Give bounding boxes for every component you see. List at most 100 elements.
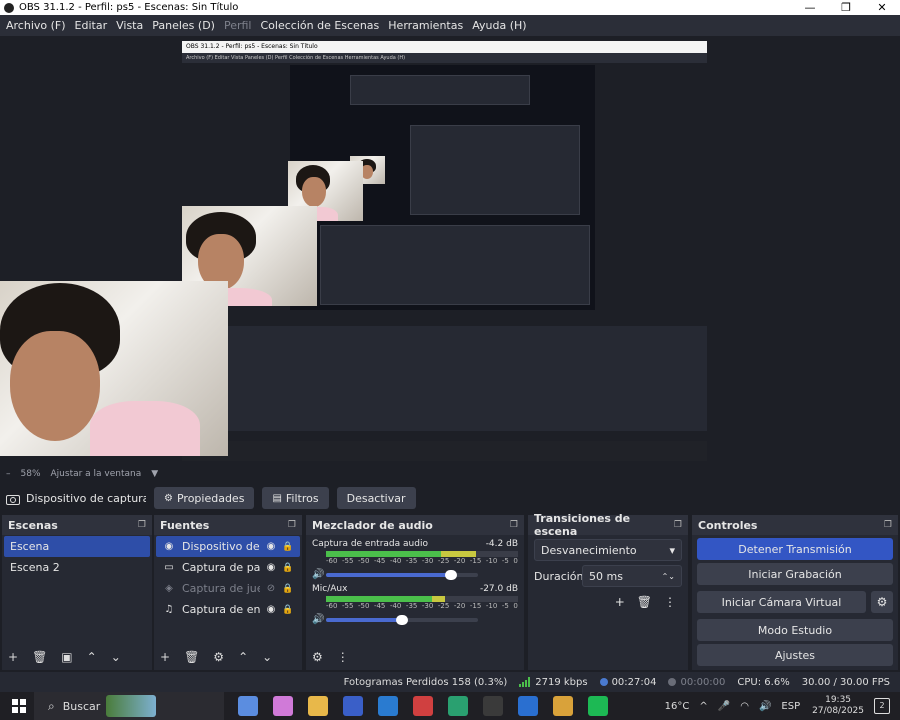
move-up-icon[interactable]: ⌃ [238, 650, 248, 664]
remove-transition-icon[interactable]: 🗑 [637, 595, 652, 609]
zoom-fit-label[interactable]: Ajustar a la ventana [51, 469, 142, 479]
lock-icon[interactable]: 🔒 [282, 563, 294, 573]
undock-icon[interactable]: ❐ [288, 520, 296, 530]
scene-item[interactable]: Escena [4, 536, 150, 557]
start-recording-button[interactable]: Iniciar Grabación [697, 563, 893, 585]
studio-mode-button[interactable]: Modo Estudio [697, 619, 893, 641]
add-transition-icon[interactable]: + [615, 595, 625, 609]
undock-icon[interactable]: ❐ [138, 520, 146, 530]
lock-icon[interactable]: 🔒 [282, 542, 294, 552]
stop-streaming-button[interactable]: Detener Transmisión [697, 538, 893, 560]
weather-temperature[interactable]: 16°C [665, 701, 690, 712]
fps-readout: 30.00 / 30.00 FPS [801, 676, 890, 688]
virtual-camera-settings-icon[interactable]: ⚙ [871, 591, 893, 613]
channel-db: -4.2 dB [485, 539, 518, 549]
transitions-title: Transiciones de escena [534, 512, 631, 538]
eye-hidden-icon[interactable]: ⊘ [264, 583, 278, 594]
webcam-overlay[interactable] [0, 281, 228, 456]
add-scene-icon[interactable]: + [8, 650, 18, 664]
move-up-icon[interactable]: ⌃ [87, 650, 97, 664]
maximize-button[interactable]: ❐ [828, 0, 864, 15]
menu-archivo[interactable]: Archivo (F) [6, 19, 66, 32]
windows-start-icon[interactable] [12, 699, 26, 713]
wifi-icon[interactable]: ◠ [740, 701, 749, 712]
taskbar-search[interactable]: ⌕ Buscar [34, 692, 224, 720]
transition-select[interactable]: Desvanecimiento ▾ [534, 539, 682, 561]
undock-icon[interactable]: ❐ [884, 520, 892, 530]
lock-icon[interactable]: 🔒 [282, 584, 294, 594]
source-item[interactable]: ▭ Captura de pantalla ◉ 🔒 [156, 557, 300, 578]
language-indicator[interactable]: ESP [781, 701, 800, 712]
source-item[interactable]: ◈ Captura de juego ⊘ 🔒 [156, 578, 300, 599]
taskbar-app-icon[interactable] [448, 696, 468, 716]
deactivate-button[interactable]: Desactivar [336, 487, 416, 509]
minimize-button[interactable]: — [792, 0, 828, 15]
menu-herramientas[interactable]: Herramientas [388, 19, 463, 32]
remove-scene-icon[interactable]: 🗑 [32, 650, 47, 664]
volume-slider[interactable] [326, 569, 478, 580]
sources-title: Fuentes [160, 518, 210, 532]
menu-ayuda[interactable]: Ayuda (H) [472, 19, 526, 32]
zoom-dropdown-icon[interactable]: ▼ [151, 469, 158, 479]
clock-time: 19:35 [825, 695, 852, 705]
taskbar-app-icon[interactable] [553, 696, 573, 716]
bitrate-value: 2719 kbps [535, 676, 588, 688]
taskbar-app-icon[interactable] [238, 696, 258, 716]
preview-area[interactable]: OBS 31.1.2 - Perfil: ps5 - Escenas: Sin … [0, 36, 900, 466]
advanced-audio-icon[interactable]: ⚙ [312, 650, 323, 664]
more-options-icon[interactable]: ⋮ [664, 595, 676, 609]
move-down-icon[interactable]: ⌄ [262, 650, 272, 664]
preview-canvas[interactable]: OBS 31.1.2 - Perfil: ps5 - Escenas: Sin … [182, 41, 707, 461]
taskbar-app-icon[interactable] [308, 696, 328, 716]
rec-time: 00:00:00 [680, 676, 726, 688]
menu-paneles[interactable]: Paneles (D) [152, 19, 215, 32]
taskbar-app-icon[interactable] [378, 696, 398, 716]
filters-button[interactable]: ▤ Filtros [262, 487, 329, 509]
move-down-icon[interactable]: ⌄ [111, 650, 121, 664]
filters-label: Filtros [285, 491, 319, 505]
microphone-icon[interactable]: 🎤 [718, 701, 730, 712]
eye-icon[interactable]: ◉ [264, 604, 278, 615]
undock-icon[interactable]: ❐ [510, 520, 518, 530]
taskbar-app-icon[interactable] [518, 696, 538, 716]
menu-vista[interactable]: Vista [116, 19, 143, 32]
chevron-up-icon[interactable]: ^ [699, 701, 707, 712]
undock-icon[interactable]: ❐ [674, 520, 682, 530]
eye-icon[interactable]: ◉ [264, 541, 278, 552]
close-button[interactable]: ✕ [864, 0, 900, 15]
sources-toolbar: + 🗑 ⚙ ⌃ ⌄ [154, 644, 302, 670]
taskbar-app-icon[interactable] [413, 696, 433, 716]
zoom-out-button[interactable]: – [6, 469, 11, 479]
taskbar-app-icon[interactable] [483, 696, 503, 716]
more-options-icon[interactable]: ⋮ [337, 650, 349, 664]
scene-item[interactable]: Escena 2 [4, 557, 150, 578]
start-virtual-camera-button[interactable]: Iniciar Cámara Virtual [697, 591, 866, 613]
menu-editar[interactable]: Editar [75, 19, 108, 32]
remove-source-icon[interactable]: 🗑 [184, 650, 199, 664]
gamepad-icon: ◈ [165, 583, 173, 594]
speaker-icon[interactable]: 🔊 [312, 614, 326, 625]
meter-ticks: -60 -55 -50 -45 -40 -35 -30 -25 -20 -15 -10 -5 0 [326, 602, 518, 610]
lock-icon[interactable]: 🔒 [282, 605, 294, 615]
eye-icon[interactable]: ◉ [264, 562, 278, 573]
status-bar: Fotogramas Perdidos 158 (0.3%) 2719 kbps… [0, 672, 900, 692]
taskbar-clock[interactable]: 19:35 27/08/2025 [812, 695, 864, 717]
add-source-icon[interactable]: + [160, 650, 170, 664]
source-item[interactable]: ♫ Captura de entrada ◉ 🔒 [156, 599, 300, 620]
spin-arrows-icon[interactable]: ⌃⌄ [662, 572, 675, 581]
gear-icon[interactable]: ⚙ [213, 650, 224, 664]
filter-icon[interactable]: ▣ [61, 650, 72, 664]
channel-db: -27.0 dB [479, 584, 518, 594]
volume-slider[interactable] [326, 614, 478, 625]
menu-coleccion-escenas[interactable]: Colección de Escenas [261, 19, 380, 32]
notifications-icon[interactable]: 2 [874, 698, 890, 714]
duration-spinbox[interactable]: 50 ms ⌃⌄ [582, 565, 682, 587]
source-item[interactable]: ◉ Dispositivo de captu ◉ 🔒 [156, 536, 300, 557]
taskbar-app-icon[interactable] [273, 696, 293, 716]
settings-button[interactable]: Ajustes [697, 644, 893, 666]
properties-button[interactable]: ⚙ Propiedades [154, 487, 255, 509]
speaker-icon[interactable]: 🔊 [312, 569, 326, 580]
taskbar-app-icon[interactable] [343, 696, 363, 716]
taskbar-app-icon[interactable] [588, 696, 608, 716]
volume-icon[interactable]: 🔊 [759, 701, 771, 712]
